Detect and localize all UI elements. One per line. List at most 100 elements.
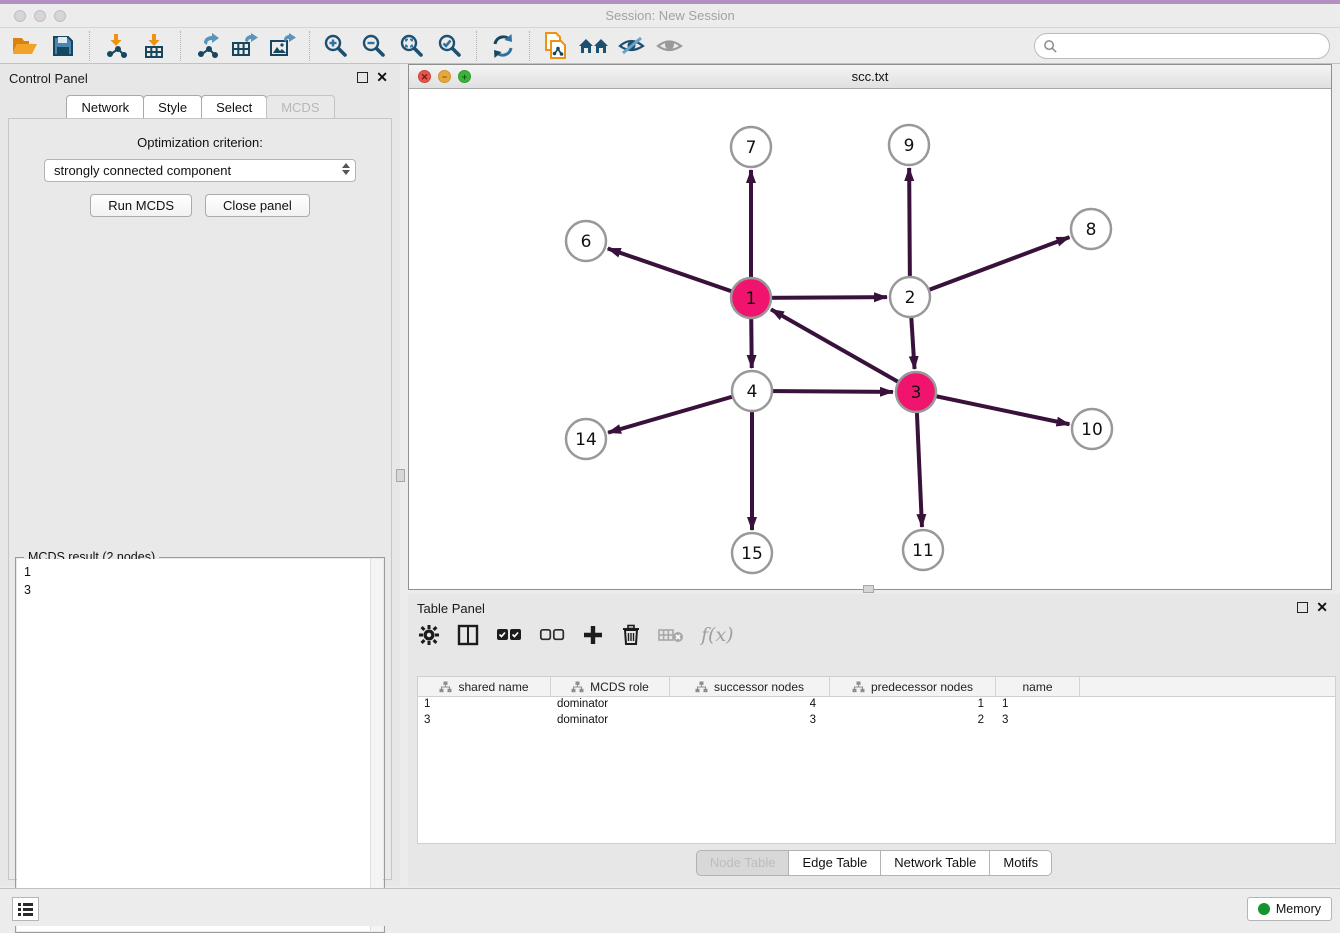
search-input[interactable] bbox=[1058, 39, 1308, 54]
clone-network-button[interactable] bbox=[537, 30, 575, 62]
network-view-window: ✕ − + scc.txt 1234678910111415 bbox=[408, 64, 1332, 590]
tab-mcds[interactable]: MCDS bbox=[266, 95, 334, 120]
tab-network[interactable]: Network bbox=[66, 95, 144, 120]
refresh-layout-button[interactable] bbox=[484, 30, 522, 62]
add-column-button[interactable] bbox=[582, 624, 604, 646]
export-image-icon bbox=[269, 33, 297, 59]
delete-column-button[interactable] bbox=[621, 624, 641, 646]
column-header-shared-name[interactable]: shared name bbox=[418, 677, 551, 696]
table-cell: 1 bbox=[418, 697, 551, 713]
export-network-button[interactable] bbox=[188, 30, 226, 62]
column-view-icon bbox=[457, 624, 479, 646]
tab-motifs[interactable]: Motifs bbox=[990, 850, 1052, 876]
export-image-button[interactable] bbox=[264, 30, 302, 62]
zoom-selected-button[interactable] bbox=[431, 30, 469, 62]
export-table-button[interactable] bbox=[226, 30, 264, 62]
graph-node-label: 4 bbox=[747, 382, 758, 402]
criterion-select[interactable]: strongly connected component bbox=[44, 159, 356, 182]
import-table-button[interactable] bbox=[135, 30, 173, 62]
tab-edge-table[interactable]: Edge Table bbox=[789, 850, 881, 876]
tab-node-table[interactable]: Node Table bbox=[696, 850, 790, 876]
column-header-predecessor-nodes[interactable]: predecessor nodes bbox=[830, 677, 996, 696]
select-all-button[interactable] bbox=[496, 628, 522, 642]
horizontal-splitter-grip[interactable] bbox=[863, 585, 874, 593]
delete-table-button[interactable] bbox=[658, 626, 684, 644]
column-label: predecessor nodes bbox=[871, 680, 973, 694]
network-graph[interactable]: 1234678910111415 bbox=[409, 89, 1331, 589]
memory-label: Memory bbox=[1276, 902, 1321, 916]
open-session-button[interactable] bbox=[6, 30, 44, 62]
node-table: shared name MCDS role successor nodes pr… bbox=[417, 676, 1336, 844]
function-builder-button[interactable]: f(x) bbox=[701, 624, 734, 646]
close-panel-icon[interactable]: ✕ bbox=[1316, 599, 1328, 616]
float-panel-icon[interactable] bbox=[1297, 602, 1308, 613]
network-canvas[interactable]: 1234678910111415 bbox=[409, 89, 1331, 589]
table-toolbar: f(x) bbox=[418, 614, 734, 656]
column-header-name[interactable]: name bbox=[996, 677, 1080, 696]
network-window-titlebar[interactable]: ✕ − + scc.txt bbox=[409, 65, 1331, 89]
tab-network-table[interactable]: Network Table bbox=[881, 850, 990, 876]
table-cell: 3 bbox=[670, 713, 830, 729]
graph-node-label: 15 bbox=[741, 544, 763, 564]
column-label: name bbox=[1022, 680, 1052, 694]
save-session-button[interactable] bbox=[44, 30, 82, 62]
table-panel: Table Panel ✕ bbox=[408, 594, 1340, 886]
network-window-title: scc.txt bbox=[409, 69, 1331, 84]
toolbar-separator bbox=[529, 31, 530, 61]
memory-button[interactable]: Memory bbox=[1247, 897, 1332, 921]
tab-select[interactable]: Select bbox=[201, 95, 267, 120]
result-scrollbar[interactable] bbox=[370, 559, 383, 931]
column-label: shared name bbox=[458, 680, 528, 694]
column-header-successor-nodes[interactable]: successor nodes bbox=[670, 677, 830, 696]
search-box[interactable] bbox=[1034, 33, 1330, 59]
zoom-fit-button[interactable] bbox=[393, 30, 431, 62]
task-history-button[interactable] bbox=[12, 897, 39, 921]
mcds-result-box: MCDS result (2 nodes) 1 3 bbox=[15, 557, 385, 933]
attribute-tree-icon bbox=[695, 681, 708, 693]
show-hide-details-button[interactable] bbox=[613, 30, 651, 62]
save-disk-icon bbox=[51, 34, 75, 58]
import-table-icon bbox=[141, 33, 167, 59]
column-view-button[interactable] bbox=[457, 624, 479, 646]
graph-edge-1-6[interactable] bbox=[608, 249, 751, 298]
refresh-icon bbox=[490, 33, 516, 59]
close-panel-icon[interactable]: ✕ bbox=[376, 69, 388, 86]
import-network-button[interactable] bbox=[97, 30, 135, 62]
graph-node-label: 10 bbox=[1081, 420, 1103, 440]
settings-gear-icon bbox=[418, 624, 440, 646]
table-settings-button[interactable] bbox=[418, 624, 440, 646]
close-panel-button[interactable]: Close panel bbox=[205, 194, 310, 217]
toolbar-separator bbox=[309, 31, 310, 61]
vertical-splitter-grip[interactable] bbox=[396, 469, 405, 482]
column-header-mcds-role[interactable]: MCDS role bbox=[551, 677, 670, 696]
home-button[interactable] bbox=[575, 30, 613, 62]
zoom-selected-icon bbox=[437, 33, 463, 59]
status-bar: Memory bbox=[0, 888, 1340, 926]
run-mcds-button[interactable]: Run MCDS bbox=[90, 194, 192, 217]
table-cell: 4 bbox=[670, 697, 830, 713]
zoom-out-button[interactable] bbox=[355, 30, 393, 62]
clone-network-icon bbox=[543, 32, 569, 60]
graph-edge-2-8[interactable] bbox=[910, 237, 1069, 297]
zoom-in-button[interactable] bbox=[317, 30, 355, 62]
attribute-tree-icon bbox=[439, 681, 452, 693]
criterion-selected-value: strongly connected component bbox=[54, 163, 231, 178]
graph-node-label: 14 bbox=[575, 430, 597, 450]
toolbar-separator bbox=[89, 31, 90, 61]
tab-style[interactable]: Style bbox=[143, 95, 202, 120]
mcds-result-area: 1 3 bbox=[17, 559, 383, 931]
eye-button[interactable] bbox=[651, 30, 689, 62]
graph-edge-3-1[interactable] bbox=[771, 309, 916, 392]
deselect-all-button[interactable] bbox=[539, 628, 565, 642]
graph-node-label: 6 bbox=[581, 232, 592, 252]
delete-table-icon bbox=[658, 626, 684, 644]
table-row[interactable]: 3dominator323 bbox=[418, 713, 1335, 729]
graph-edge-3-10[interactable] bbox=[916, 392, 1069, 424]
graph-node-label: 7 bbox=[746, 138, 757, 158]
graph-node-label: 2 bbox=[905, 288, 916, 308]
select-stepper-icon bbox=[342, 163, 350, 175]
table-row[interactable]: 1dominator411 bbox=[418, 697, 1335, 713]
float-panel-icon[interactable] bbox=[357, 72, 368, 83]
show-hide-details-icon bbox=[618, 34, 646, 58]
graph-edge-4-14[interactable] bbox=[608, 391, 752, 433]
